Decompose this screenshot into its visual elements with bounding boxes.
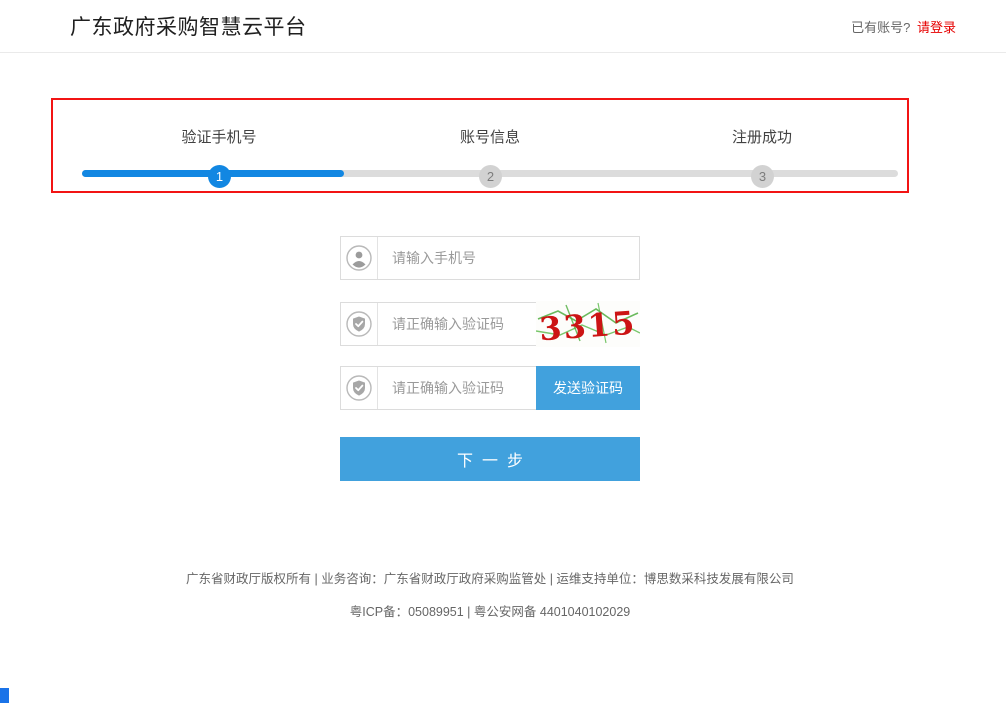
user-icon (341, 237, 378, 279)
next-step-button[interactable]: 下一步 (340, 437, 640, 481)
page-title: 广东政府采购智慧云平台 (70, 11, 307, 41)
captcha-code-text: 3315 (538, 304, 637, 347)
stepper-annotation-box: 验证手机号 账号信息 注册成功 1 2 3 (51, 98, 909, 193)
step-label-register-success: 注册成功 (732, 126, 792, 147)
login-link[interactable]: 请登录 (917, 20, 956, 35)
step-circle-3: 3 (751, 165, 774, 188)
header: 广东政府采购智慧云平台 已有账号? 请登录 (0, 0, 1006, 53)
phone-field-row (340, 236, 640, 280)
shield-check-icon (341, 367, 378, 409)
shield-check-icon (341, 303, 378, 345)
step-circle-2: 2 (479, 165, 502, 188)
captcha-field-row: 3315 (340, 302, 640, 346)
corner-artifact (0, 688, 9, 703)
header-account-hint: 已有账号? 请登录 (851, 17, 956, 36)
phone-input[interactable] (378, 237, 639, 279)
step-label-account-info: 账号信息 (460, 126, 520, 147)
step-label-verify-phone: 验证手机号 (181, 126, 256, 147)
register-form: 3315 发送验证码 下一步 (340, 236, 640, 481)
have-account-text: 已有账号? (851, 20, 910, 35)
registration-page: 广东政府采购智慧云平台 已有账号? 请登录 验证手机号 账号信息 注册成功 1 … (0, 0, 1006, 703)
sms-field-row: 发送验证码 (340, 366, 640, 410)
footer-icp: 粤ICP备：05089951 | 粤公安网备 4401040102029 (0, 601, 980, 620)
footer: 广东省财政厅版权所有 | 业务咨询：广东省财政厅政府采购监管处 | 运维支持单位… (0, 568, 980, 620)
captcha-image[interactable]: 3315 (536, 301, 640, 347)
step-circle-1: 1 (208, 165, 231, 188)
footer-copyright: 广东省财政厅版权所有 | 业务咨询：广东省财政厅政府采购监管处 | 运维支持单位… (0, 568, 980, 587)
send-code-button[interactable]: 发送验证码 (536, 366, 640, 410)
